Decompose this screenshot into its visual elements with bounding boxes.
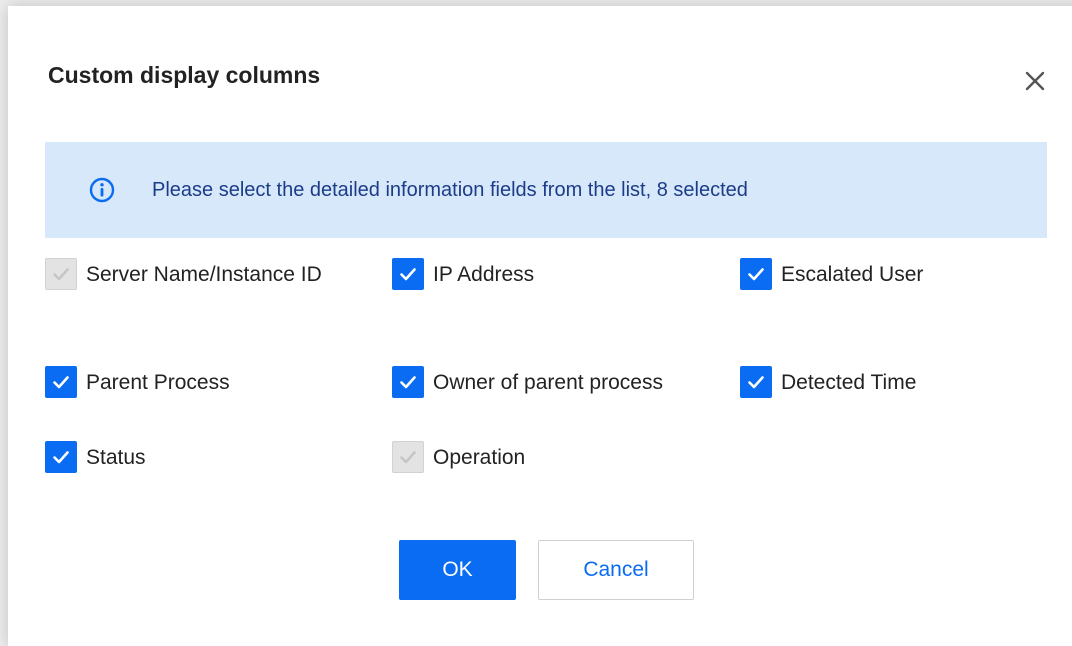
option-status[interactable]: Status [45, 441, 146, 475]
checkbox-checked [45, 441, 77, 473]
info-text: Please select the detailed information f… [152, 179, 748, 201]
option-label: Detected Time [781, 371, 917, 394]
option-parent-process[interactable]: Parent Process [45, 366, 230, 400]
close-icon[interactable] [1018, 64, 1052, 98]
checkbox-checked [392, 366, 424, 398]
option-label: IP Address [433, 263, 535, 286]
info-banner: Please select the detailed information f… [45, 142, 1047, 238]
checkbox-disabled-checked [392, 441, 424, 473]
option-label: Owner of parent process [433, 371, 663, 394]
checkbox-disabled-checked [45, 258, 77, 290]
dialog-title: Custom display columns [48, 62, 321, 88]
checkbox-checked [740, 366, 772, 398]
option-escalated-user[interactable]: Escalated User [740, 258, 923, 292]
checkbox-checked [392, 258, 424, 290]
ok-button[interactable]: OK [399, 540, 516, 600]
option-ip-address[interactable]: IP Address [392, 258, 534, 292]
option-label: Operation [433, 446, 526, 469]
cancel-button[interactable]: Cancel [538, 540, 694, 600]
checkbox-checked [740, 258, 772, 290]
option-detected-time[interactable]: Detected Time [740, 366, 916, 400]
option-label: Escalated User [781, 263, 924, 286]
option-operation[interactable]: Operation [392, 441, 525, 475]
option-label: Parent Process [86, 371, 230, 394]
option-label: Status [86, 446, 146, 469]
info-icon [89, 177, 115, 203]
option-server-name-instance-id[interactable]: Server Name/Instance ID [45, 258, 345, 292]
option-label: Server Name/Instance ID [86, 263, 322, 286]
option-owner-of-parent-process[interactable]: Owner of parent process [392, 366, 663, 400]
custom-columns-dialog: Custom display columns Please select the… [8, 6, 1072, 646]
checkbox-checked [45, 366, 77, 398]
